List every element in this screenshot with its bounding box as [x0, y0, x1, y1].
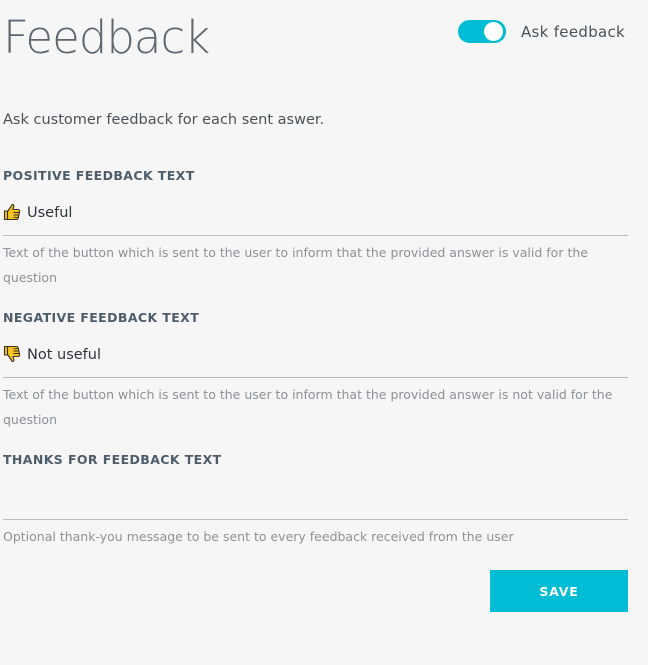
thanks-feedback-help: Optional thank-you message to be sent to… — [3, 529, 514, 544]
intro-text: Ask customer feedback for each sent aswe… — [3, 112, 325, 128]
negative-feedback-label: NEGATIVE FEEDBACK TEXT — [3, 310, 200, 325]
positive-feedback-input[interactable]: Useful — [3, 203, 628, 236]
thanks-feedback-label: THANKS FOR FEEDBACK TEXT — [3, 452, 222, 467]
negative-feedback-value: Not useful — [27, 347, 102, 363]
positive-feedback-field: POSITIVE FEEDBACK TEXT Useful Text of th… — [3, 168, 628, 290]
ask-feedback-label: Ask feedback — [521, 22, 626, 41]
negative-feedback-field: NEGATIVE FEEDBACK TEXT Not useful Text o… — [3, 310, 628, 432]
thumbs-up-icon — [3, 203, 21, 221]
negative-feedback-help: Text of the button which is sent to the … — [3, 387, 613, 427]
positive-feedback-help: Text of the button which is sent to the … — [3, 245, 588, 285]
positive-feedback-value: Useful — [27, 205, 73, 221]
save-button[interactable]: SAVE — [490, 570, 628, 612]
thanks-feedback-field: THANKS FOR FEEDBACK TEXT Optional thank-… — [3, 452, 628, 549]
toggle-knob — [484, 22, 503, 41]
negative-feedback-input[interactable]: Not useful — [3, 345, 628, 378]
page-title: Feedback — [3, 11, 210, 64]
feedback-settings-page: Feedback Ask feedback Ask customer feedb… — [0, 0, 648, 665]
thanks-feedback-input[interactable] — [3, 487, 628, 520]
ask-feedback-toggle[interactable] — [458, 20, 506, 43]
ask-feedback-toggle-group: Ask feedback — [458, 20, 625, 43]
positive-feedback-label: POSITIVE FEEDBACK TEXT — [3, 168, 195, 183]
thumbs-down-icon — [3, 345, 21, 363]
